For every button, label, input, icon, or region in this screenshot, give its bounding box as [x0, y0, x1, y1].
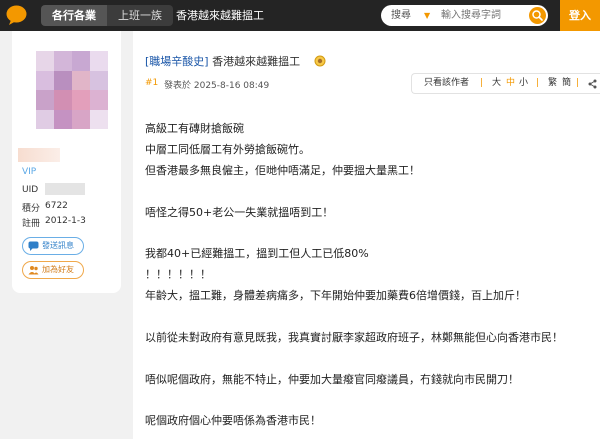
share-icon[interactable]	[588, 79, 597, 89]
username-redacted[interactable]	[18, 148, 60, 162]
send-message-label: 發送訊息	[42, 241, 74, 250]
register-label: 註冊	[22, 219, 41, 229]
post-line: 中層工同低層工有外勞搶飯碗竹。	[145, 143, 310, 156]
post-line: 呢個政府個心仲要唔係為香港市民！	[145, 414, 321, 427]
post-timestamp: 發表於 2025-8-16 08:49	[164, 81, 270, 91]
post-line: 唔似呢個政府，無能不特止，仲要加大量癈官同癈議員，冇錢就向市民開刀！	[145, 373, 519, 386]
tools-separator-1: |	[480, 78, 484, 88]
login-button[interactable]: 登入	[560, 0, 600, 31]
post-line: ！！！！！！	[145, 268, 211, 281]
search-box: 搜尋 ▼	[381, 5, 548, 26]
post-line: 但香港最多無良僱主，佢哋仲唔滿足，仲要搵大量黑工！	[145, 164, 420, 177]
post-line: 我都40+已經難搵工，搵到工但人工已低80%	[145, 247, 369, 260]
post-line: 以前從未對政府有意見既我，我真實討厭李家超政府班子，林鄭無能但心向香港市民！	[145, 331, 563, 344]
simplified-chinese-toggle[interactable]: 簡	[562, 74, 571, 93]
post-title: [職場辛酸史] 香港越來越難搵工	[145, 53, 300, 69]
register-date: 2012-1-3	[45, 216, 86, 226]
nav-tab-group: 各行各業 上班一族	[41, 5, 173, 26]
chevron-down-icon[interactable]: ▼	[424, 11, 430, 20]
user-level-badge: VIP	[22, 167, 37, 177]
tools-separator-3: |	[576, 78, 580, 88]
post-line: 年齡大，搵工難，身體差病痛多，下年開始仲要加藥費6倍增價錢，百上加斤！	[145, 289, 526, 302]
post-content-area: [職場辛酸史] 香港越來越難搵工 #1 發表於 2025-8-16 08:49 …	[133, 31, 600, 439]
post-line: 高級工有磚財搶飯碗	[145, 122, 244, 135]
post-category-link[interactable]: [職場辛酸史]	[145, 55, 209, 68]
top-navigation-bar: 各行各業 上班一族 香港越來越難搵工 搜尋 ▼ 登入	[0, 0, 600, 31]
points-label: 積分	[22, 204, 41, 214]
points-value: 6722	[45, 201, 68, 211]
search-input[interactable]	[441, 8, 521, 23]
speech-bubble-logo-icon[interactable]	[6, 5, 27, 25]
current-thread-title: 香港越來越難搵工	[176, 9, 264, 22]
uid-label: UID	[22, 185, 39, 195]
post-tools-bar: 只看該作者 | 大 中 小 | 繁 簡 |	[411, 73, 600, 94]
search-icon	[532, 10, 543, 21]
tab-office-workers[interactable]: 上班一族	[107, 5, 173, 26]
uid-redacted	[45, 183, 85, 195]
author-profile-card: VIP UID 積分 6722 註冊 2012-1-3 發送訊息 加為好友	[12, 31, 121, 293]
search-button[interactable]	[529, 7, 546, 24]
avatar[interactable]	[36, 51, 108, 129]
font-size-medium[interactable]: 中	[506, 74, 515, 93]
author-only-link[interactable]: 只看該作者	[424, 74, 469, 93]
add-friend-label: 加為好友	[42, 265, 74, 274]
medal-icon	[314, 55, 326, 67]
chat-bubble-icon	[28, 241, 39, 251]
post-title-text: 香港越來越難搵工	[212, 55, 301, 68]
floor-number: #1	[145, 78, 159, 88]
search-type-select[interactable]: 搜尋	[391, 5, 411, 26]
font-size-small[interactable]: 小	[519, 74, 528, 93]
tab-all-industries[interactable]: 各行各業	[41, 5, 107, 26]
tools-separator-2: |	[536, 78, 540, 88]
traditional-chinese-toggle[interactable]: 繁	[548, 74, 557, 93]
add-friend-button[interactable]: 加為好友	[22, 261, 84, 279]
send-message-button[interactable]: 發送訊息	[22, 237, 84, 255]
user-group-icon	[28, 266, 39, 275]
post-line: 唔怪之得50+老公一失業就搵唔到工！	[145, 206, 334, 219]
font-size-large[interactable]: 大	[492, 74, 501, 93]
